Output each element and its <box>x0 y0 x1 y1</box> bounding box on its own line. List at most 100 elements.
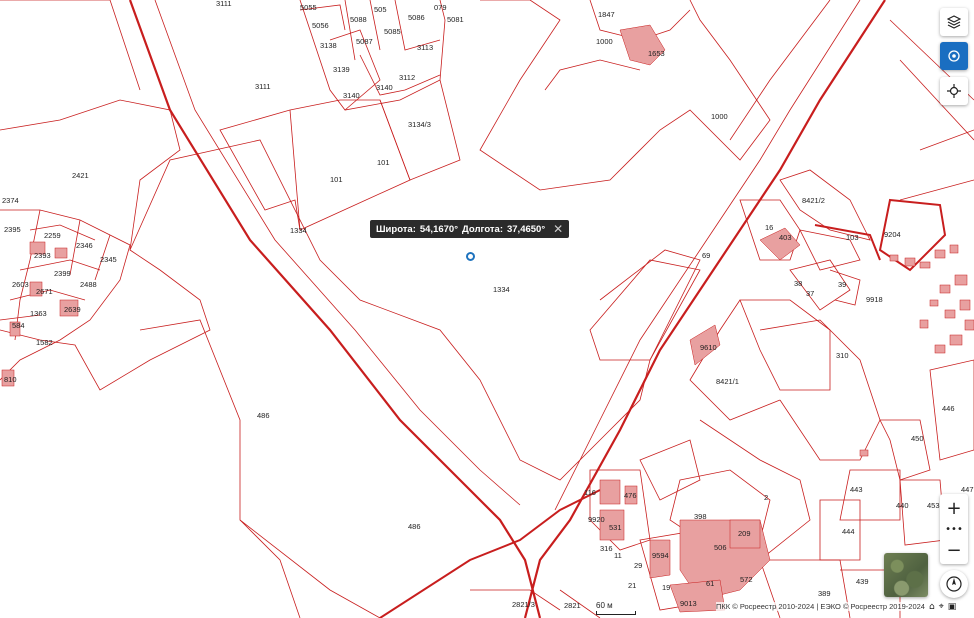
parcel-label: 444 <box>842 527 855 536</box>
compass-icon <box>946 576 962 592</box>
parcel-label: 447 <box>961 485 974 494</box>
parcel-label: 3113 <box>417 43 433 52</box>
parcel-label: 39 <box>838 280 846 289</box>
parcel-label: 3112 <box>399 73 415 82</box>
parcel-label: 116 <box>584 488 596 497</box>
parcel-label: 101 <box>330 175 343 184</box>
parcel-label: 5056 <box>312 21 329 30</box>
parcel-label: 2395 <box>4 225 21 234</box>
parcel-label: 403 <box>779 233 792 242</box>
parcel-label: 505 <box>374 5 387 14</box>
parcel-label: 9920 <box>588 515 605 524</box>
parcel-label: 572 <box>740 575 753 584</box>
parcel-label: 476 <box>624 491 637 500</box>
parcel-label: 389 <box>818 589 831 598</box>
parcel-label: 2 <box>764 493 768 502</box>
parcel-label: 11 <box>614 551 622 560</box>
zoom-controls: + ••• − <box>940 494 968 564</box>
zoom-more-button[interactable]: ••• <box>940 522 968 536</box>
parcel-label: 2259 <box>44 231 61 240</box>
parcel-label: 37 <box>806 289 814 298</box>
parcel-label: 3140 <box>343 91 360 100</box>
zoom-out-button[interactable]: − <box>940 536 968 564</box>
parcel-label: 1334 <box>290 226 307 235</box>
parcel-label: 316 <box>600 544 613 553</box>
scale-bar: 60 м <box>596 601 636 615</box>
parcel-label: 2374 <box>2 196 19 205</box>
layers-icon <box>947 15 961 29</box>
parcel-label: 5087 <box>356 37 373 46</box>
parcel-label: 439 <box>856 577 869 586</box>
parcel-label: 101 <box>377 158 390 167</box>
parcel-label: 3111 <box>255 82 271 91</box>
parcel-label: 9594 <box>652 551 669 560</box>
parcel-label: 19 <box>662 583 670 592</box>
parcel-label: 8421/2 <box>802 196 825 205</box>
target-icon <box>948 50 960 62</box>
parcel-label: 450 <box>911 434 924 443</box>
location-marker[interactable] <box>466 252 475 261</box>
parcel-label: 584 <box>12 321 25 330</box>
parcel-label: 69 <box>702 251 710 260</box>
parcel-label: 1000 <box>711 112 728 121</box>
parcel-label: 2488 <box>80 280 97 289</box>
parcel-label: 5088 <box>350 15 367 24</box>
close-icon[interactable]: ✕ <box>553 222 563 236</box>
layers-button[interactable] <box>940 8 968 36</box>
parcel-boundaries <box>0 0 974 618</box>
parcel-label: 1847 <box>598 10 615 19</box>
home-icon[interactable]: ⌂ <box>929 602 935 612</box>
locate-icon[interactable]: ⌖ <box>939 602 944 612</box>
parcel-label: 1363 <box>30 309 47 318</box>
parcel-label: 38 <box>794 279 802 288</box>
parcel-label: 209 <box>738 529 751 538</box>
parcel-label: 1334 <box>493 285 510 294</box>
attribution: ПКК © Росреестр 2010-2024 | ЕЭКО © Росре… <box>716 602 925 611</box>
parcel-label: 2346 <box>76 241 93 250</box>
fullscreen-icon[interactable]: ▣ <box>948 602 957 612</box>
bottom-icons: ⌂ ⌖ ▣ <box>929 602 956 612</box>
parcel-label: 9204 <box>884 230 901 239</box>
parcel-label: 443 <box>850 485 863 494</box>
parcel-label: 103 <box>846 233 859 242</box>
longitude-value: 37,4650° <box>506 223 546 235</box>
crosshair-button[interactable] <box>940 77 968 105</box>
parcel-label: 16 <box>765 223 773 232</box>
parcel-label: 5085 <box>384 27 401 36</box>
zoom-in-button[interactable]: + <box>940 494 968 522</box>
parcel-label: 5086 <box>408 13 425 22</box>
parcel-label: 5081 <box>447 15 464 24</box>
parcel-label: 2345 <box>100 255 117 264</box>
parcel-label: 531 <box>609 523 622 532</box>
latitude-label: Широта: <box>376 223 416 235</box>
satellite-thumbnail-icon[interactable] <box>884 553 928 597</box>
parcel-label: 486 <box>408 522 421 531</box>
compass-button[interactable] <box>940 570 968 598</box>
target-button[interactable] <box>940 42 968 70</box>
parcel-label: 2399 <box>54 269 71 278</box>
parcel-label: 1000 <box>596 37 613 46</box>
parcel-label: 2821 <box>564 601 581 610</box>
coordinates-tooltip: Широта: 54,1670° Долгота: 37,4650° ✕ <box>370 220 570 238</box>
longitude-label: Долгота: <box>462 223 503 235</box>
parcel-label: 3111 <box>216 0 232 8</box>
parcel-label: 2821/3 <box>512 600 535 609</box>
scale-label: 60 м <box>596 601 613 610</box>
parcel-label: 2393 <box>34 251 51 260</box>
parcel-label: 9610 <box>700 343 717 352</box>
parcel-label: 9013 <box>680 599 697 608</box>
parcel-label: 453 <box>927 501 940 510</box>
parcel-label: 1653 <box>648 49 665 58</box>
cadastral-map[interactable]: 3111 5055 5056 5088 505 5086 079 5081 18… <box>0 0 974 618</box>
parcel-label: 486 <box>257 411 270 420</box>
parcel-label: 2603 <box>12 280 29 289</box>
parcel-label: 2421 <box>72 171 89 180</box>
latitude-value: 54,1670° <box>419 223 458 235</box>
scale-line <box>596 611 636 615</box>
parcel-label: 9918 <box>866 295 883 304</box>
parcel-label: 8421/1 <box>716 377 739 386</box>
parcel-label: 446 <box>942 404 955 413</box>
buildings <box>1 24 974 613</box>
parcel-label: 2671 <box>36 287 53 296</box>
parcel-label: 3138 <box>320 41 337 50</box>
